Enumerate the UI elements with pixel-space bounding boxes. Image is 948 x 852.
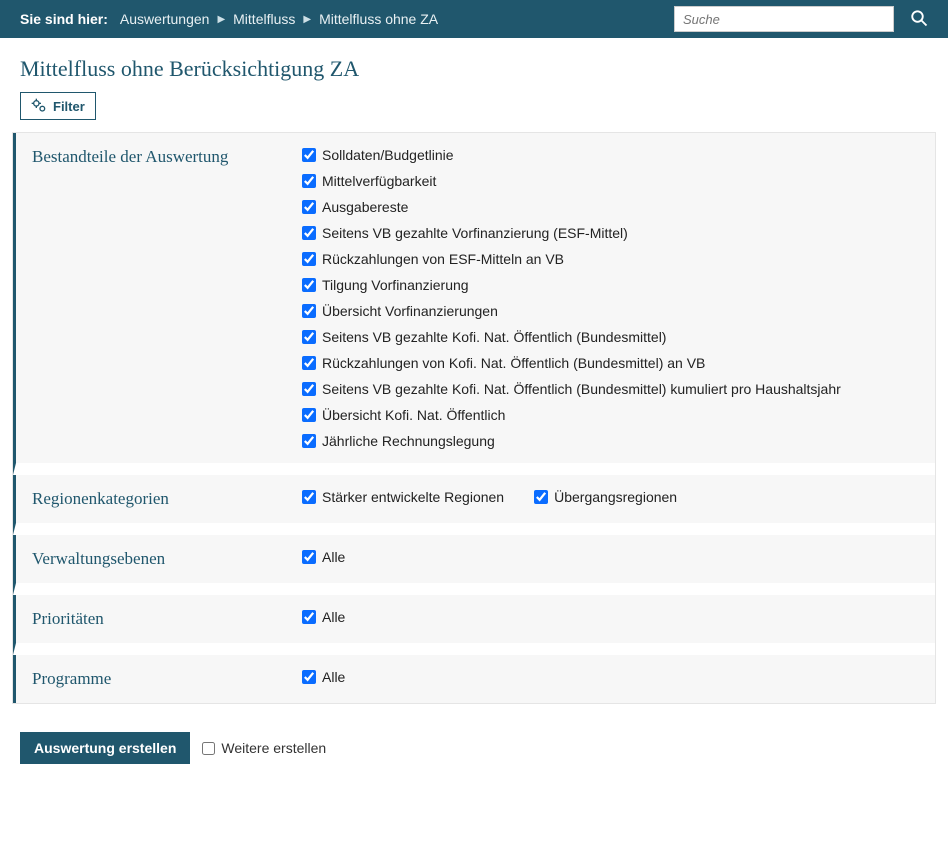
further-create-checkbox[interactable] (202, 742, 215, 755)
checkbox-option[interactable]: Alle (302, 609, 345, 625)
breadcrumb-item-1[interactable]: Mittelfluss (233, 11, 295, 27)
checkbox-option[interactable]: Seitens VB gezahlte Vorfinanzierung (ESF… (302, 225, 919, 241)
option-checkbox[interactable] (302, 200, 316, 214)
option-label: Rückzahlungen von ESF-Mitteln an VB (322, 251, 564, 267)
option-label: Übergangsregionen (554, 489, 677, 505)
option-label: Stärker entwickelte Regionen (322, 489, 504, 505)
checkbox-option[interactable]: Stärker entwickelte Regionen (302, 489, 504, 505)
option-checkbox[interactable] (302, 226, 316, 240)
option-checkbox[interactable] (302, 434, 316, 448)
option-checkbox[interactable] (302, 356, 316, 370)
option-checkbox[interactable] (302, 670, 316, 684)
option-checkbox[interactable] (302, 550, 316, 564)
section-programme: Programme Alle (13, 655, 935, 703)
option-label: Seitens VB gezahlte Kofi. Nat. Öffentlic… (322, 381, 841, 397)
section-title: Programme (32, 669, 302, 689)
checkbox-option[interactable]: Übersicht Vorfinanzierungen (302, 303, 919, 319)
section-title: Regionenkategorien (32, 489, 302, 509)
option-label: Alle (322, 609, 345, 625)
option-label: Solldaten/Budgetlinie (322, 147, 454, 163)
option-checkbox[interactable] (302, 382, 316, 396)
checkbox-option[interactable]: Mittelverfügbarkeit (302, 173, 919, 189)
checkbox-option[interactable]: Seitens VB gezahlte Kofi. Nat. Öffentlic… (302, 381, 919, 397)
chevron-right-icon: ▶ (217, 14, 225, 25)
breadcrumb-item-2[interactable]: Mittelfluss ohne ZA (319, 11, 438, 27)
option-label: Rückzahlungen von Kofi. Nat. Öffentlich … (322, 355, 705, 371)
option-checkbox[interactable] (302, 304, 316, 318)
option-label: Alle (322, 669, 345, 685)
checkbox-option[interactable]: Tilgung Vorfinanzierung (302, 277, 919, 293)
search-button[interactable] (910, 9, 928, 30)
option-checkbox[interactable] (534, 490, 548, 504)
section-prioritaeten: Prioritäten Alle (13, 595, 935, 655)
option-checkbox[interactable] (302, 330, 316, 344)
further-create-label: Weitere erstellen (221, 740, 326, 756)
checkbox-option[interactable]: Rückzahlungen von ESF-Mitteln an VB (302, 251, 919, 267)
option-checkbox[interactable] (302, 278, 316, 292)
option-label: Seitens VB gezahlte Kofi. Nat. Öffentlic… (322, 329, 666, 345)
filter-button[interactable]: Filter (20, 92, 96, 120)
filter-button-label: Filter (53, 99, 85, 114)
breadcrumb-item-0[interactable]: Auswertungen (120, 11, 210, 27)
page-title: Mittelfluss ohne Berücksichtigung ZA (0, 38, 948, 92)
checkbox-option[interactable]: Ausgabereste (302, 199, 919, 215)
create-report-button[interactable]: Auswertung erstellen (20, 732, 190, 764)
checkbox-option[interactable]: Alle (302, 669, 345, 685)
option-label: Seitens VB gezahlte Vorfinanzierung (ESF… (322, 225, 628, 241)
section-regionen: Regionenkategorien Stärker entwickelte R… (13, 475, 935, 535)
option-checkbox[interactable] (302, 148, 316, 162)
search-icon (910, 9, 928, 27)
option-label: Übersicht Vorfinanzierungen (322, 303, 498, 319)
checkbox-option[interactable]: Alle (302, 549, 345, 565)
checkbox-option[interactable]: Seitens VB gezahlte Kofi. Nat. Öffentlic… (302, 329, 919, 345)
gears-icon (31, 98, 47, 114)
breadcrumb-label: Sie sind hier: (20, 11, 108, 27)
option-label: Mittelverfügbarkeit (322, 173, 436, 189)
section-title: Verwaltungsebenen (32, 549, 302, 569)
chevron-right-icon: ▶ (303, 14, 311, 25)
option-label: Übersicht Kofi. Nat. Öffentlich (322, 407, 505, 423)
checkbox-option[interactable]: Übergangsregionen (534, 489, 677, 505)
further-create-option[interactable]: Weitere erstellen (202, 740, 326, 756)
footer: Auswertung erstellen Weitere erstellen (0, 704, 948, 782)
option-label: Alle (322, 549, 345, 565)
checkbox-option[interactable]: Rückzahlungen von Kofi. Nat. Öffentlich … (302, 355, 919, 371)
option-checkbox[interactable] (302, 490, 316, 504)
checkbox-option[interactable]: Solldaten/Budgetlinie (302, 147, 919, 163)
option-checkbox[interactable] (302, 610, 316, 624)
filter-panel: Bestandteile der Auswertung Solldaten/Bu… (12, 132, 936, 704)
section-verwaltung: Verwaltungsebenen Alle (13, 535, 935, 595)
header-bar: Sie sind hier: Auswertungen ▶ Mittelflus… (0, 0, 948, 38)
section-title: Prioritäten (32, 609, 302, 629)
option-checkbox[interactable] (302, 174, 316, 188)
option-checkbox[interactable] (302, 252, 316, 266)
option-label: Jährliche Rechnungslegung (322, 433, 495, 449)
checkbox-option[interactable]: Übersicht Kofi. Nat. Öffentlich (302, 407, 919, 423)
search-input[interactable] (674, 6, 894, 32)
section-title: Bestandteile der Auswertung (32, 147, 302, 167)
checkbox-option[interactable]: Jährliche Rechnungslegung (302, 433, 919, 449)
option-label: Ausgabereste (322, 199, 408, 215)
option-checkbox[interactable] (302, 408, 316, 422)
option-label: Tilgung Vorfinanzierung (322, 277, 469, 293)
section-bestandteile: Bestandteile der Auswertung Solldaten/Bu… (13, 133, 935, 475)
